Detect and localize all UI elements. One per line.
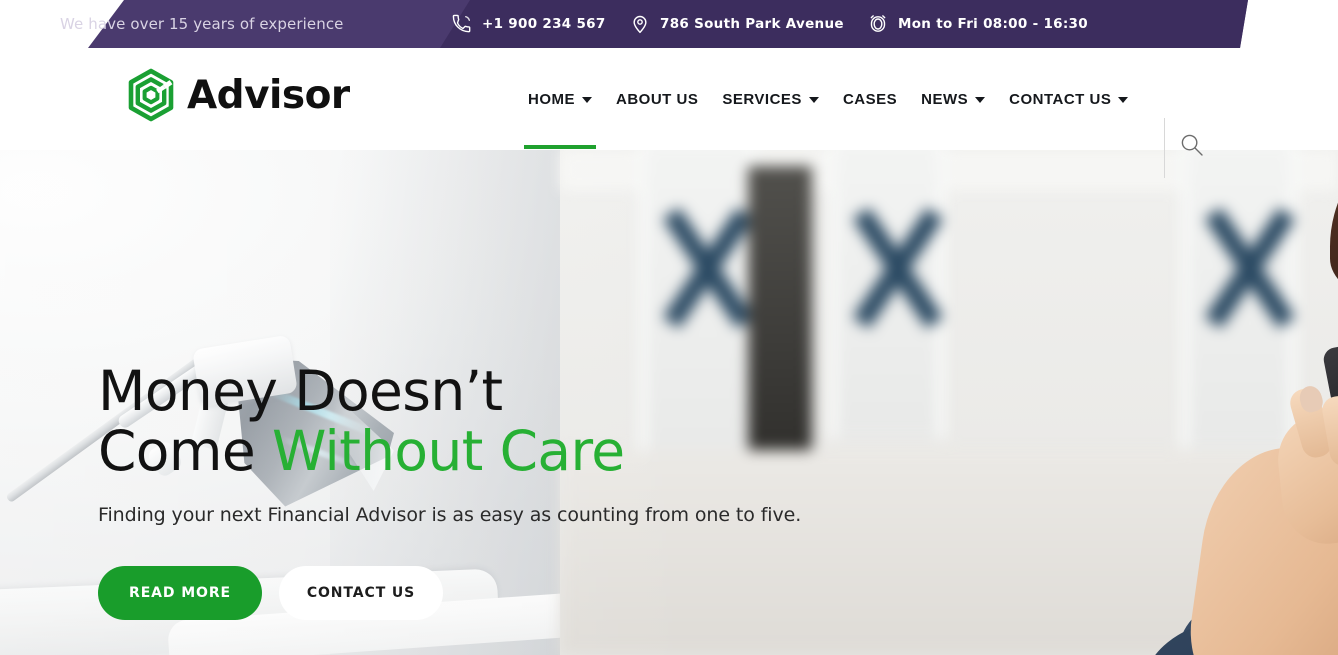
hero-subtitle: Finding your next Financial Advisor is a… xyxy=(98,503,802,526)
chevron-down-icon xyxy=(582,97,592,103)
nav-item-services-label: SERVICES xyxy=(722,90,802,108)
hero-title: Money Doesn’t Come Without Care xyxy=(98,359,801,483)
topbar-address-label: 786 South Park Avenue xyxy=(660,16,844,32)
nav-item-news[interactable]: NEWS xyxy=(909,48,997,150)
contact-us-button[interactable]: CONTACT US xyxy=(279,565,443,620)
clock-icon xyxy=(868,14,888,34)
hair-top xyxy=(1330,150,1338,330)
hexagon-spiral-logo-icon xyxy=(126,68,176,122)
chevron-down-icon xyxy=(1118,97,1129,103)
hero-title-line2-highlight: Without Care xyxy=(271,418,625,483)
topbar-hours-label: Mon to Fri 08:00 - 16:30 xyxy=(898,16,1088,32)
page-root: We have over 15 years of experience +1 9… xyxy=(0,0,1338,655)
hero-content: Money Doesn’t Come Without Care Finding … xyxy=(98,359,802,620)
logo-text: Advisor xyxy=(187,72,350,118)
hero-section: Money Doesn’t Come Without Care Finding … xyxy=(0,150,1338,655)
location-icon xyxy=(630,14,650,34)
nav-item-home[interactable]: HOME xyxy=(516,48,604,150)
topbar-tagline: We have over 15 years of experience xyxy=(60,15,344,33)
topbar: We have over 15 years of experience +1 9… xyxy=(0,0,1338,48)
topbar-phone[interactable]: +1 900 234 567 xyxy=(452,0,606,48)
window-blind-middle xyxy=(828,150,946,438)
chevron-down-icon xyxy=(975,97,986,103)
hero-buttons: READ MORE CONTACT US xyxy=(98,565,801,620)
search-icon[interactable] xyxy=(1177,130,1207,160)
nav-item-about-us[interactable]: ABOUT US xyxy=(604,48,710,150)
hero-title-line2-plain: Come xyxy=(98,418,272,483)
read-more-button[interactable]: READ MORE xyxy=(98,565,262,620)
nav-item-cases[interactable]: CASES xyxy=(831,48,909,150)
woman-on-phone xyxy=(1130,150,1338,655)
nav-item-news-label: NEWS xyxy=(921,90,969,108)
site-header: Advisor HOME ABOUT US SERVICES CASES NEW… xyxy=(0,48,1338,178)
chevron-down-icon xyxy=(808,97,819,103)
nav-item-services[interactable]: SERVICES xyxy=(710,48,831,150)
nav-item-cases-label: CASES xyxy=(842,90,898,108)
nav-item-home-label: HOME xyxy=(528,90,575,108)
topbar-hours[interactable]: Mon to Fri 08:00 - 16:30 xyxy=(868,0,1088,48)
hero-title-line1: Money Doesn’t xyxy=(98,359,503,423)
logo[interactable]: Advisor xyxy=(126,68,350,122)
nav-item-contact-us[interactable]: CONTACT US xyxy=(997,48,1140,150)
topbar-phone-label: +1 900 234 567 xyxy=(482,16,606,32)
header-divider xyxy=(1164,118,1165,178)
topbar-address[interactable]: 786 South Park Avenue xyxy=(630,0,844,48)
nav-item-contact-us-label: CONTACT US xyxy=(1009,90,1112,108)
main-nav: HOME ABOUT US SERVICES CASES NEWS CONTAC… xyxy=(516,48,1140,150)
phone-icon xyxy=(452,14,472,34)
nav-item-about-us-label: ABOUT US xyxy=(616,90,699,108)
